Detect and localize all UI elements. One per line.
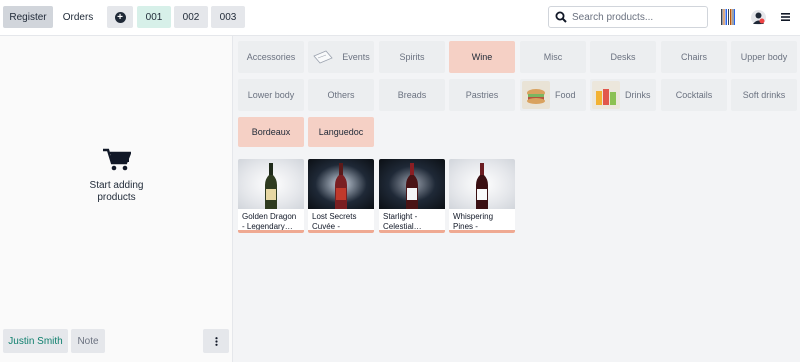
order-tab-002[interactable]: 002 — [174, 6, 208, 28]
category-drinks[interactable]: Drinks — [590, 79, 656, 111]
vertical-dots-icon — [214, 336, 218, 346]
category-label: Spirits — [399, 52, 425, 62]
empty-cart-text-line1: Start adding — [89, 180, 144, 191]
product-panel: Accessories Events Spirits Wine Misc Des… — [233, 36, 800, 362]
category-desks[interactable]: Desks — [590, 41, 656, 73]
empty-cart: Start adding products — [0, 148, 233, 204]
product-card[interactable]: Whispering Pines - Enchanted… — [449, 159, 515, 233]
barcode-icon[interactable] — [721, 9, 735, 25]
category-label: Pastries — [465, 90, 499, 100]
product-image — [379, 159, 445, 209]
category-label: Upper body — [740, 52, 788, 62]
category-soft-drinks[interactable]: Soft drinks — [731, 79, 797, 111]
empty-cart-text-line2: products — [97, 192, 136, 203]
wine-bottle-icon — [265, 163, 277, 209]
product-image — [449, 159, 515, 209]
category-label: Lower body — [247, 90, 295, 100]
category-cocktails[interactable]: Cocktails — [661, 79, 727, 111]
category-label: Chairs — [680, 52, 707, 62]
food-thumbnail-icon — [522, 81, 550, 109]
ticket-icon — [313, 50, 333, 64]
customer-button[interactable]: Justin Smith — [3, 329, 68, 353]
note-button[interactable]: Note — [71, 329, 105, 353]
wine-bottle-icon — [406, 163, 418, 209]
category-breads[interactable]: Breads — [379, 79, 445, 111]
product-image — [308, 159, 374, 209]
category-label: Breads — [397, 90, 427, 100]
category-label: Cocktails — [675, 90, 713, 100]
subcategory-label: Languedoc — [318, 127, 364, 137]
category-events[interactable]: Events — [308, 41, 374, 73]
category-label: Accessories — [246, 52, 296, 62]
category-label: Food — [555, 90, 576, 100]
order-tab-001[interactable]: 001 — [137, 6, 171, 28]
order-tab-003[interactable]: 003 — [211, 6, 245, 28]
category-accessories[interactable]: Accessories — [238, 41, 304, 73]
product-card[interactable]: Golden Dragon - Legendary… — [238, 159, 304, 233]
category-label: Misc — [543, 52, 563, 62]
category-spirits[interactable]: Spirits — [379, 41, 445, 73]
cart-panel: Start adding products Justin Smith Note — [0, 36, 233, 362]
product-name: Starlight - Celestial… — [383, 212, 422, 230]
category-label: Soft drinks — [742, 90, 786, 100]
category-pastries[interactable]: Pastries — [449, 79, 515, 111]
subcategory-languedoc[interactable]: Languedoc — [308, 117, 374, 147]
user-avatar-icon[interactable] — [751, 10, 766, 25]
hamburger-menu-icon[interactable] — [781, 13, 790, 21]
orders-button[interactable]: Orders — [55, 6, 101, 28]
search-icon — [555, 11, 567, 23]
subcategory-bordeaux[interactable]: Bordeaux — [238, 117, 304, 147]
category-lower-body[interactable]: Lower body — [238, 79, 304, 111]
more-actions-button[interactable] — [203, 329, 229, 353]
product-name: Lost Secrets Cuvée - Myster… — [312, 212, 357, 230]
product-card[interactable]: Starlight - Celestial… — [379, 159, 445, 233]
drinks-thumbnail-icon — [592, 81, 620, 109]
search-input[interactable] — [572, 11, 702, 23]
new-order-button[interactable]: + — [107, 6, 133, 28]
category-wine[interactable]: Wine — [449, 41, 515, 73]
category-misc[interactable]: Misc — [520, 41, 586, 73]
category-label: Drinks — [625, 90, 651, 100]
product-image — [238, 159, 304, 209]
category-others[interactable]: Others — [308, 79, 374, 111]
product-card[interactable]: Lost Secrets Cuvée - Myster… — [308, 159, 374, 233]
plus-circle-icon: + — [114, 11, 126, 23]
category-label: Desks — [610, 52, 636, 62]
category-food[interactable]: Food — [520, 79, 586, 111]
category-label: Events — [342, 52, 370, 62]
category-upper-body[interactable]: Upper body — [731, 41, 797, 73]
search-box[interactable] — [548, 6, 708, 28]
category-chairs[interactable]: Chairs — [661, 41, 727, 73]
product-name: Golden Dragon - Legendary… — [242, 212, 297, 230]
wine-bottle-icon — [476, 163, 488, 209]
category-label: Wine — [471, 52, 493, 62]
subcategory-label: Bordeaux — [251, 127, 291, 137]
shopping-cart-icon — [102, 148, 132, 171]
register-button[interactable]: Register — [3, 6, 53, 28]
product-name: Whispering Pines - Enchanted… — [453, 212, 494, 230]
category-label: Others — [327, 90, 355, 100]
wine-bottle-icon — [335, 163, 347, 209]
top-bar: Register Orders + 001 002 003 — [0, 0, 800, 36]
